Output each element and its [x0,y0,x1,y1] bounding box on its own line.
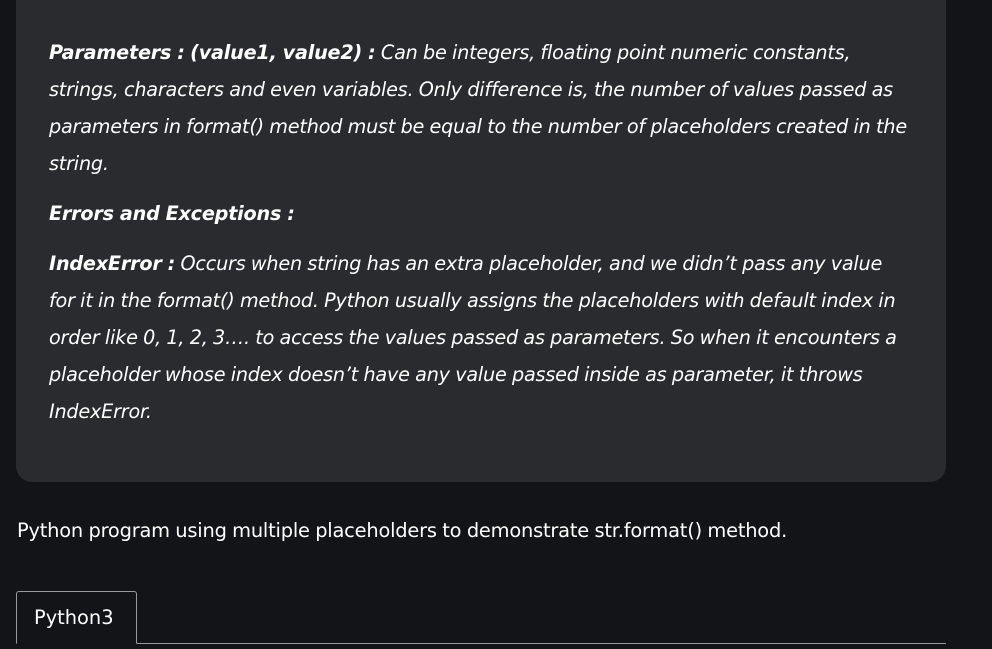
index-error-label: IndexError : [49,252,176,275]
errors-heading: Errors and Exceptions : [49,202,295,225]
errors-heading-paragraph: Errors and Exceptions : [49,195,913,232]
tab-python3[interactable]: Python3 [16,591,137,644]
program-intro-text: Python program using multiple placeholde… [17,519,788,542]
parameters-paragraph: Parameters : (value1, value2) : Can be i… [49,34,913,182]
index-error-text: Occurs when string has an extra placehol… [49,252,897,423]
code-tabs-divider [16,643,946,644]
parameters-names: (value1, value2) : [190,41,376,64]
parameters-label: Parameters : [49,41,185,64]
index-error-paragraph: IndexError : Occurs when string has an e… [49,245,913,430]
note-box: Parameters : (value1, value2) : Can be i… [16,0,946,482]
